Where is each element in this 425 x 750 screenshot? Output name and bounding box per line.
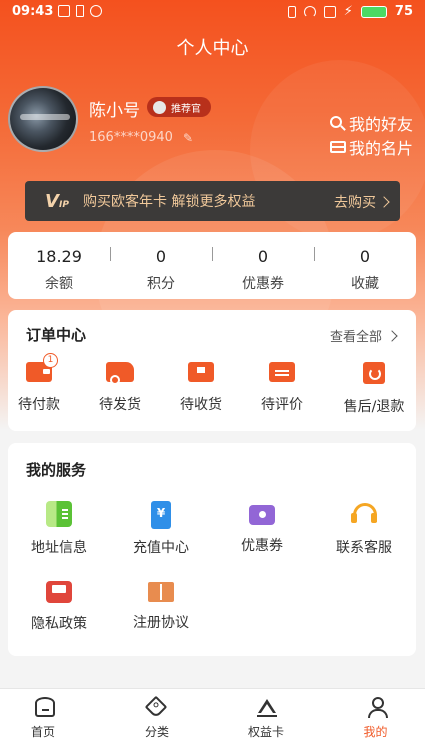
order-center-title: 订单中心 — [26, 326, 87, 344]
wifi-icon — [303, 5, 316, 18]
service-label: 隐私政策 — [31, 616, 87, 632]
service-contact-support[interactable]: 联系客服 — [314, 501, 414, 557]
vip-banner[interactable]: V IP 购买欧客年卡 解锁更多权益 去购买 — [25, 181, 400, 221]
service-label: 联系客服 — [336, 540, 392, 556]
screen-icon — [323, 5, 336, 18]
account-stats: 18.29 余额 0 积分 0 优惠券 0 收藏 — [8, 232, 416, 299]
card-icon — [329, 141, 346, 153]
stat-label: 积分 — [147, 276, 175, 292]
recharge-icon — [151, 501, 171, 529]
order-item-label: 待评价 — [261, 397, 303, 413]
stat-value: 0 — [257, 247, 269, 266]
see-all-orders-link[interactable]: 查看全部 — [329, 326, 398, 345]
vip-buy-button[interactable]: 去购买 — [334, 192, 390, 212]
chevron-right-icon — [386, 329, 398, 342]
review-icon — [269, 362, 295, 382]
order-item-label: 待发货 — [99, 397, 141, 413]
tab-benefits-card[interactable]: 权益卡 — [212, 689, 318, 750]
package-icon — [188, 362, 214, 382]
service-label: 注册协议 — [133, 615, 189, 631]
order-pending-shipment[interactable]: 待发货 — [80, 362, 160, 414]
stat-balance[interactable]: 18.29 余额 — [8, 232, 110, 299]
my-friends-link[interactable]: 我的好友 — [329, 111, 413, 135]
tab-mine[interactable]: 我的 — [319, 689, 425, 750]
my-services-title: 我的服务 — [26, 461, 87, 479]
service-registration-agreement[interactable]: 注册协议 — [111, 579, 211, 632]
service-coupons[interactable]: 优惠券 — [212, 501, 312, 555]
stat-value: 0 — [359, 247, 371, 266]
user-icon — [367, 697, 388, 718]
stat-value: 0 — [155, 247, 167, 266]
tag-icon — [144, 695, 168, 719]
my-card-link[interactable]: 我的名片 — [329, 135, 413, 159]
order-pending-receipt[interactable]: 待收货 — [161, 362, 241, 414]
home-icon — [35, 697, 55, 717]
crown-icon — [257, 697, 277, 717]
vip-buy-label: 去购买 — [334, 195, 376, 211]
status-notification-icons — [58, 5, 102, 17]
vibrate-icon — [287, 5, 296, 18]
status-system-icons: ⚡ 75 — [287, 4, 413, 19]
stat-label: 优惠券 — [242, 276, 284, 292]
order-pending-review[interactable]: 待评价 — [242, 362, 322, 414]
usb-icon — [76, 5, 84, 17]
charging-icon: ⚡ — [343, 4, 353, 19]
search-icon — [329, 116, 342, 128]
status-time: 09:43 — [12, 4, 54, 19]
stat-points[interactable]: 0 积分 — [110, 232, 212, 299]
order-item-label: 售后/退款 — [343, 399, 405, 415]
order-item-label: 待付款 — [18, 397, 60, 413]
service-label: 地址信息 — [31, 540, 87, 556]
order-item-label: 待收货 — [180, 397, 222, 413]
tab-categories[interactable]: 分类 — [106, 689, 212, 750]
stat-label: 余额 — [45, 276, 73, 292]
headset-icon — [351, 501, 377, 527]
order-count-badge: 1 — [43, 353, 58, 368]
stat-label: 收藏 — [351, 276, 379, 292]
avatar[interactable] — [8, 86, 78, 152]
order-pending-payment[interactable]: 1 待付款 — [0, 353, 79, 414]
role-badge: 推荐官 — [147, 97, 211, 117]
order-after-sales[interactable]: 售后/退款 — [334, 362, 414, 416]
service-privacy-policy[interactable]: 隐私政策 — [9, 579, 109, 633]
agreement-icon — [148, 582, 174, 602]
service-label: 充值中心 — [133, 540, 189, 556]
tab-home[interactable]: 首页 — [0, 689, 106, 750]
my-card-label: 我的名片 — [348, 139, 413, 158]
user-phone: 166****0940 — [89, 130, 173, 145]
stat-value: 18.29 — [36, 247, 82, 266]
address-icon — [46, 501, 72, 527]
battery-level: 75 — [394, 4, 413, 19]
bottom-tab-bar: 首页 分类 权益卡 我的 — [0, 688, 425, 750]
tab-label: 我的 — [363, 725, 388, 739]
refund-icon — [363, 362, 385, 384]
see-all-label: 查看全部 — [329, 330, 382, 345]
notification-icon — [58, 5, 70, 17]
privacy-icon — [46, 581, 72, 603]
stat-coupons[interactable]: 0 优惠券 — [212, 232, 314, 299]
user-name: 陈小号 — [89, 101, 140, 121]
tab-label: 权益卡 — [247, 725, 284, 739]
tab-label: 分类 — [144, 725, 169, 739]
badge-label: 推荐官 — [171, 103, 201, 115]
tab-label: 首页 — [30, 725, 55, 739]
coupon-icon — [249, 505, 275, 525]
page-title: 个人中心 — [176, 38, 249, 59]
truck-icon — [106, 362, 134, 385]
chevron-right-icon — [378, 196, 390, 208]
vip-logo-icon: V IP — [45, 190, 69, 212]
edit-icon[interactable]: ✎ — [183, 131, 197, 145]
vip-banner-text: 购买欧客年卡 解锁更多权益 — [83, 194, 256, 210]
service-recharge[interactable]: 充值中心 — [111, 501, 211, 557]
badge-icon — [153, 100, 166, 114]
service-address[interactable]: 地址信息 — [9, 501, 109, 557]
my-services-card: 我的服务 地址信息 充值中心 优惠券 联系客服 隐私政策 注册协议 — [8, 443, 416, 656]
battery-icon — [360, 5, 387, 18]
status-bar: 09:43 ⚡ 75 — [0, 0, 425, 24]
service-label: 优惠券 — [241, 538, 283, 554]
my-friends-label: 我的好友 — [348, 115, 413, 134]
stat-favorites[interactable]: 0 收藏 — [314, 232, 416, 299]
order-center-card: 订单中心 查看全部 1 待付款 待发货 待收货 待评价 售后/退款 — [8, 310, 416, 431]
check-icon — [90, 5, 102, 17]
